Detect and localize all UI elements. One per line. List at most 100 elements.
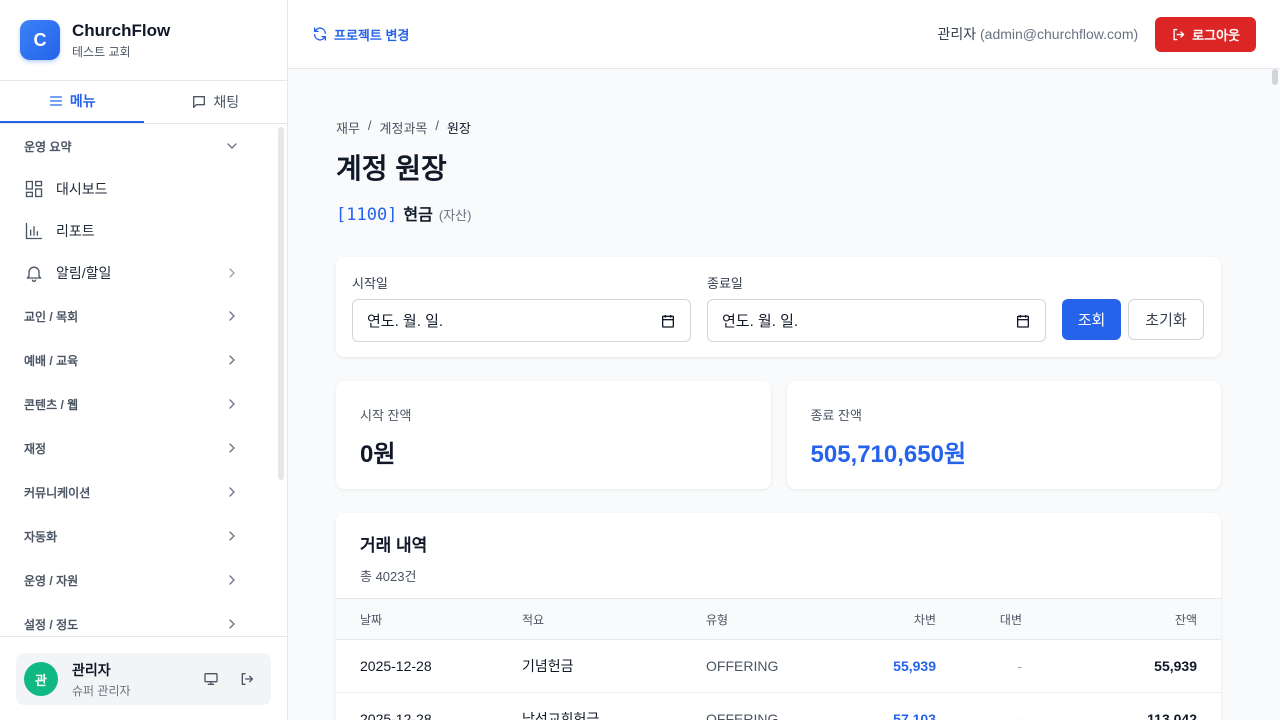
logout-button[interactable]: 로그아웃 (1155, 16, 1256, 52)
logout-icon (1173, 28, 1185, 40)
user-name: 관리자 (72, 661, 111, 678)
account-info: [1100] 현금 (자산) (336, 201, 1221, 225)
query-button[interactable]: 조회 (1062, 299, 1121, 340)
col-date[interactable]: 날짜 (336, 598, 522, 640)
nav-group-content[interactable]: 콘텐츠 / 웹 (0, 382, 276, 426)
col-debit[interactable]: 차변 (846, 598, 936, 640)
sidebar-item-label: 알림/할일 (56, 265, 112, 281)
account-name: 현금 (403, 207, 433, 224)
col-balance[interactable]: 잔액 (1022, 598, 1221, 640)
monitor-icon (204, 673, 218, 685)
table-row[interactable]: 2025-12-28 남선교회헌금 OFFERING 57,103 - 113,… (336, 692, 1221, 720)
sidebar-item-report[interactable]: 리포트 (0, 210, 276, 252)
nav-group-label: 예배 / 교육 (24, 353, 79, 368)
dashboard-icon (25, 180, 43, 198)
sign-out-button[interactable] (231, 663, 263, 695)
chevron-right-icon (229, 268, 235, 278)
tab-chat-label: 채팅 (213, 94, 240, 110)
breadcrumb: 재무 / 계정과목 / 원장 (336, 118, 1221, 137)
chart-icon (25, 222, 43, 240)
nav-group-label: 운영 요약 (24, 139, 72, 154)
main-scrollbar[interactable] (1272, 69, 1278, 85)
nav-group-automation[interactable]: 자동화 (0, 514, 276, 558)
cell-debit: 55,939 (846, 639, 936, 693)
user-role: 슈퍼 관리자 (72, 683, 131, 698)
chevron-right-icon (229, 531, 235, 541)
transactions-title: 거래 내역 (360, 536, 428, 555)
chevron-right-icon (229, 399, 235, 409)
sidebar-item-label: 대시보드 (56, 181, 108, 197)
sidebar-item-dashboard[interactable]: 대시보드 (0, 168, 276, 210)
transactions-card: 거래 내역 총 4023건 날짜 적요 유형 차변 대변 잔액 2025-12-… (336, 513, 1221, 720)
start-balance-label: 시작 잔액 (360, 408, 412, 423)
sidebar-nav: 운영 요약 대시보드 리포트 알림/할일 교인 / 목회 예배 / 교육 콘텐츠… (0, 124, 276, 636)
display-mode-button[interactable] (195, 663, 227, 695)
nav-group-label: 커뮤니케이션 (24, 485, 91, 500)
tab-chat[interactable]: 채팅 (144, 81, 288, 123)
brand: C ChurchFlow 테스트 교회 (0, 0, 287, 81)
chevron-right-icon (229, 443, 235, 453)
breadcrumb-current: 원장 (447, 121, 471, 136)
sidebar-item-alerts[interactable]: 알림/할일 (0, 252, 276, 294)
calendar-icon[interactable] (1015, 313, 1031, 329)
sidebar-tabs: 메뉴 채팅 (0, 81, 287, 124)
cell-balance: 55,939 (1022, 639, 1221, 693)
end-balance-label: 종료 잔액 (810, 408, 862, 423)
admin-info: 관리자 (admin@churchflow.com) (937, 24, 1138, 44)
nav-group-label: 설정 / 정도 (24, 617, 79, 632)
transactions-count: 총 4023건 (360, 569, 417, 584)
cell-date: 2025-12-28 (336, 692, 522, 720)
account-type: (자산) (438, 208, 472, 223)
project-change-button[interactable]: 프로젝트 변경 (312, 25, 409, 44)
cell-balance: 113,042 (1022, 692, 1221, 720)
start-date-input[interactable]: 연도. 월. 일. (352, 299, 691, 342)
account-code: [1100] (336, 205, 398, 225)
project-change-label: 프로젝트 변경 (334, 27, 410, 43)
brand-subtitle: 테스트 교회 (72, 44, 131, 59)
avatar[interactable]: 관 (24, 662, 58, 696)
bell-icon (26, 266, 42, 282)
nav-group-overview[interactable]: 운영 요약 (0, 124, 276, 168)
breadcrumb-separator: / (435, 118, 440, 133)
nav-group-communication[interactable]: 커뮤니케이션 (0, 470, 276, 514)
user-panel: 관 관리자 슈퍼 관리자 (0, 636, 287, 720)
end-date-label: 종료일 (707, 276, 743, 291)
main-content: 재무 / 계정과목 / 원장 계정 원장 [1100] 현금 (자산) 시작일 … (336, 69, 1221, 720)
cell-date: 2025-12-28 (336, 639, 522, 693)
brand-name: ChurchFlow (72, 20, 171, 40)
chat-icon (193, 96, 206, 108)
menu-icon (49, 96, 62, 106)
chevron-right-icon (229, 619, 235, 629)
chevron-right-icon (229, 355, 235, 365)
col-memo[interactable]: 적요 (522, 598, 706, 640)
reset-button[interactable]: 초기화 (1128, 299, 1204, 340)
nav-group-worship[interactable]: 예배 / 교육 (0, 338, 276, 382)
nav-group-members[interactable]: 교인 / 목회 (0, 294, 276, 338)
breadcrumb-item[interactable]: 계정과목 (380, 118, 428, 137)
nav-group-settings[interactable]: 설정 / 정도 (0, 602, 276, 636)
table-row[interactable]: 2025-12-28 기념헌금 OFFERING 55,939 - 55,939 (336, 639, 1221, 693)
col-type[interactable]: 유형 (706, 598, 846, 640)
chevron-down-icon (227, 143, 237, 149)
nav-group-finance[interactable]: 재정 (0, 426, 276, 470)
nav-group-label: 재정 (24, 441, 47, 456)
brand-logo[interactable]: C (20, 20, 60, 60)
nav-group-operations[interactable]: 운영 / 자원 (0, 558, 276, 602)
refresh-icon (314, 27, 326, 41)
cell-memo: 남선교회헌금 (522, 692, 706, 720)
cell-debit: 57,103 (846, 692, 936, 720)
calendar-icon[interactable] (660, 313, 676, 329)
end-balance-value: 505,710,650원 (810, 441, 967, 468)
col-credit[interactable]: 대변 (936, 598, 1022, 640)
start-date-value: 연도. 월. 일. (367, 313, 444, 330)
logout-label: 로그아웃 (1192, 27, 1240, 43)
transactions-table: 날짜 적요 유형 차변 대변 잔액 2025-12-28 기념헌금 OFFERI… (336, 598, 1221, 720)
sidebar-scrollbar[interactable] (278, 127, 284, 480)
sidebar: C ChurchFlow 테스트 교회 메뉴 채팅 운영 요약 대시보드 리포트 (0, 0, 288, 720)
breadcrumb-separator: / (367, 118, 372, 133)
end-date-input[interactable]: 연도. 월. 일. (707, 299, 1046, 342)
breadcrumb-item[interactable]: 재무 (336, 118, 360, 137)
tab-menu[interactable]: 메뉴 (0, 81, 144, 123)
cell-credit: - (936, 692, 1022, 720)
nav-group-label: 콘텐츠 / 웹 (24, 397, 79, 412)
